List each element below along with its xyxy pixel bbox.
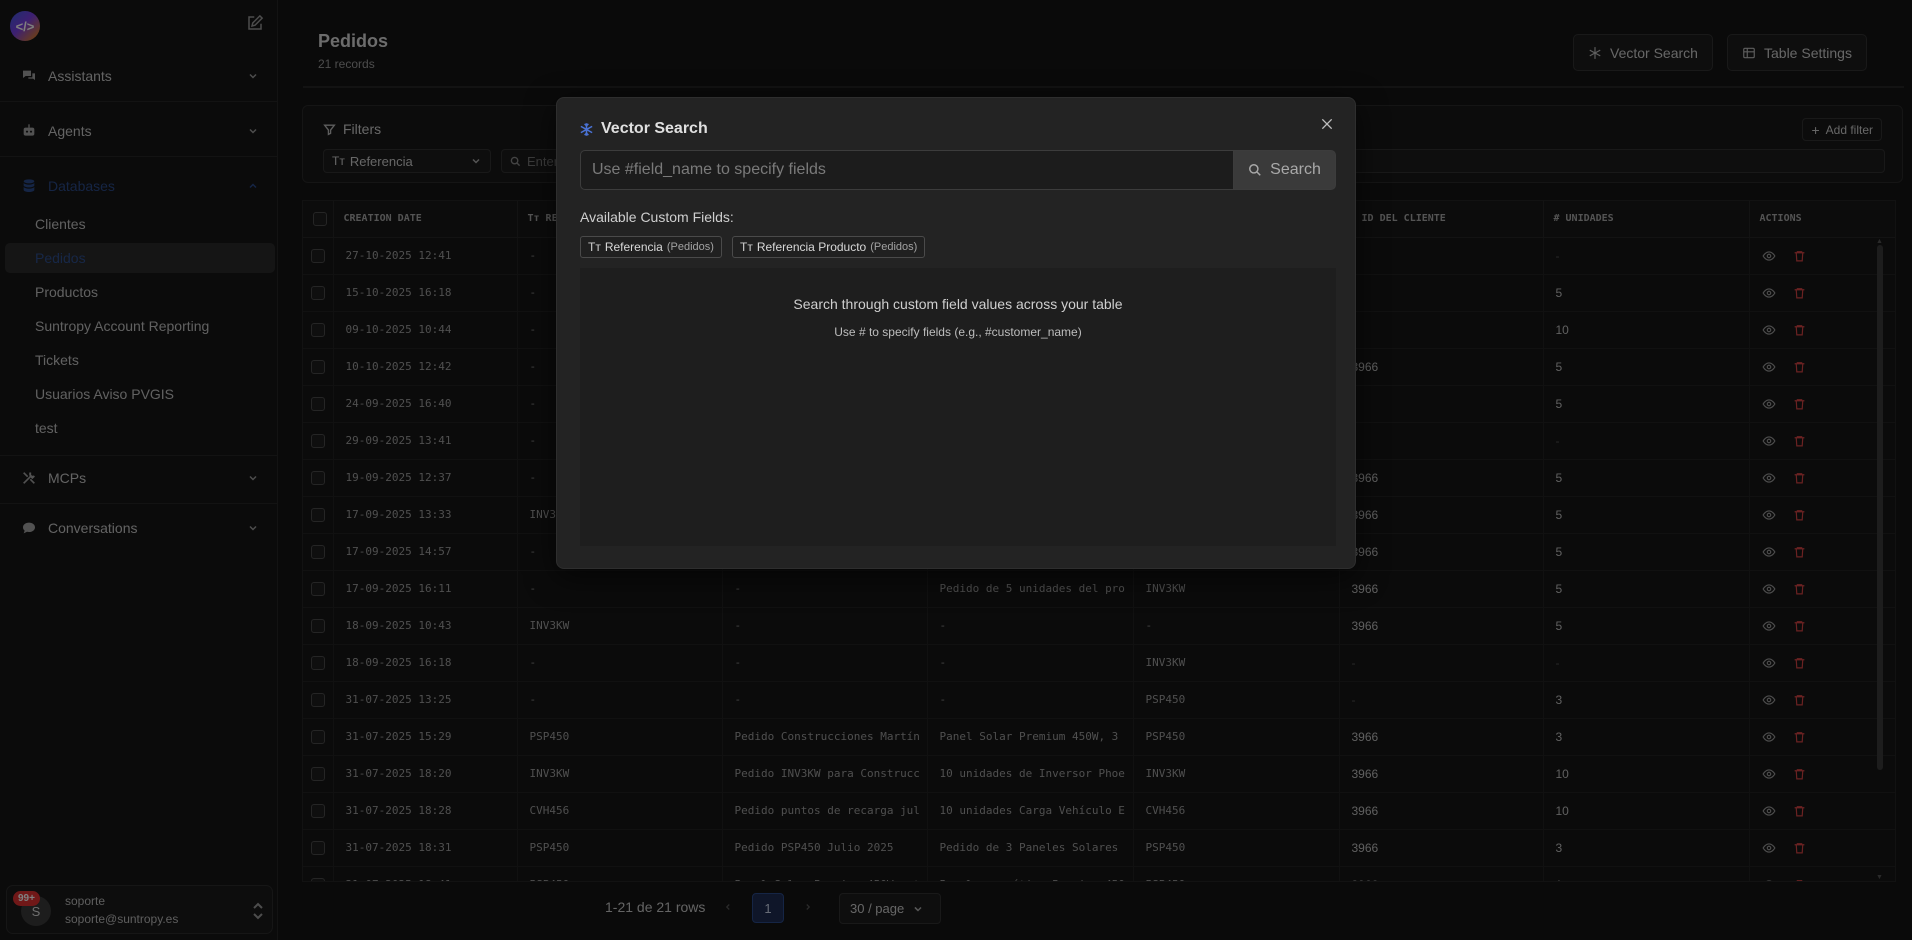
vector-search-submit-button[interactable]: Search	[1233, 150, 1336, 190]
text-type-icon: Tт	[588, 240, 601, 254]
text-type-icon: Tт	[740, 240, 753, 254]
modal-title: Vector Search	[601, 120, 708, 137]
custom-field-chip-referencia[interactable]: Tт Referencia (Pedidos)	[580, 236, 722, 258]
available-fields-label: Available Custom Fields:	[580, 209, 734, 225]
vector-search-input[interactable]: Use #field_name to specify fields	[580, 150, 1233, 190]
vector-search-placeholder: Use #field_name to specify fields	[592, 161, 826, 178]
chip-field-source: (Pedidos)	[870, 241, 918, 253]
chip-field-name: Referencia Producto	[756, 240, 867, 254]
chip-field-name: Referencia	[604, 240, 663, 254]
app-root: </> Assistants Agents Databases Clientes…	[0, 0, 1912, 940]
snowflake-icon	[579, 122, 594, 137]
chip-field-source: (Pedidos)	[666, 241, 714, 253]
empty-state-hint: Use # to specify fields (e.g., #customer…	[834, 325, 1082, 339]
search-icon	[1248, 163, 1262, 177]
empty-state-title: Search through custom field values acros…	[793, 296, 1123, 312]
results-empty-state: Search through custom field values acros…	[580, 268, 1336, 546]
modal-header: Vector Search	[579, 120, 708, 138]
custom-field-chip-referencia-producto[interactable]: Tт Referencia Producto (Pedidos)	[732, 236, 926, 258]
close-icon[interactable]	[1315, 112, 1339, 136]
search-button-label: Search	[1270, 161, 1321, 178]
vector-search-modal: Vector Search Use #field_name to specify…	[556, 97, 1356, 569]
